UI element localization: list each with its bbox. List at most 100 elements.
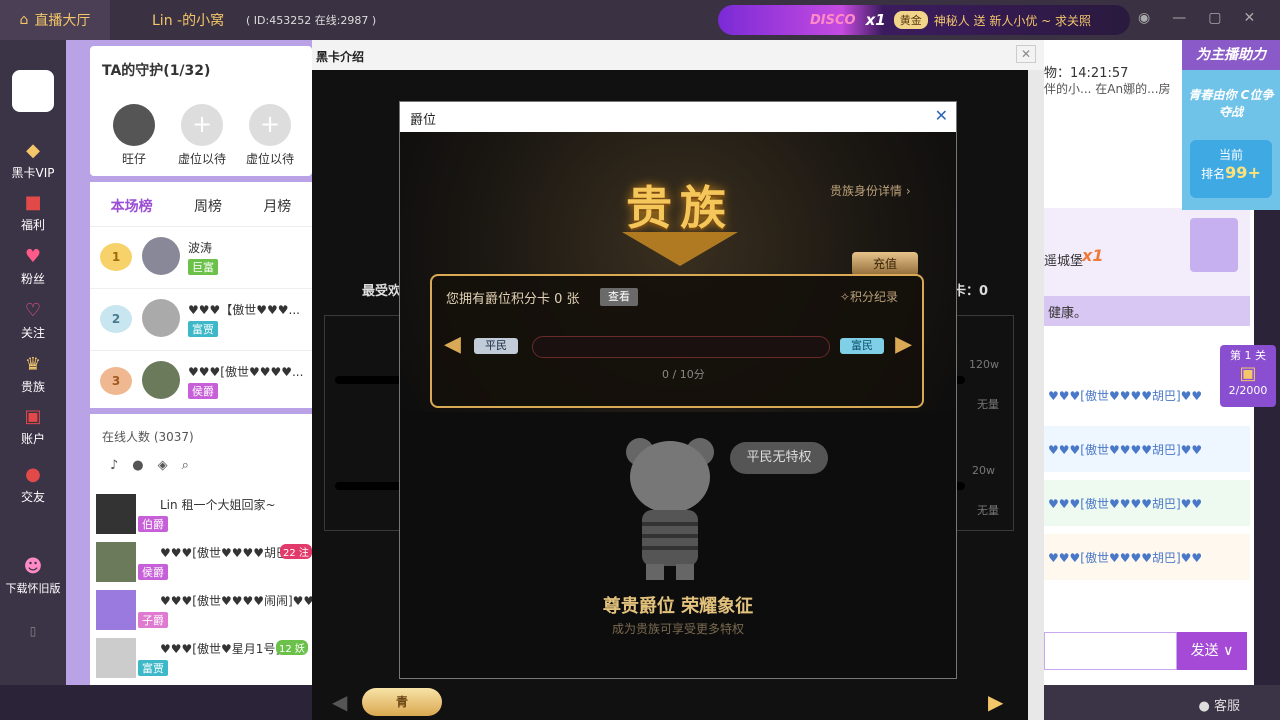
tab-monthly[interactable]: 月榜 — [263, 196, 291, 216]
nav-welfare[interactable]: ■ 福利 — [0, 192, 66, 233]
gift-banner[interactable]: DISCO x1 黄金 神秘人 送 新人小优 ~ 求关照 — [718, 5, 1130, 35]
view-button[interactable]: 查看 — [600, 288, 638, 306]
minimize-icon[interactable]: — — [1172, 10, 1186, 26]
dialog-titlebar: 爵位 ✕ — [400, 102, 956, 132]
guard-slot[interactable]: + 虚位以待 — [240, 104, 300, 167]
diamond-icon: ✧ — [839, 290, 850, 304]
points-record-link[interactable]: ✧积分纪录 — [840, 288, 898, 305]
lobby-button[interactable]: ⌂ 直播大厅 — [0, 0, 110, 40]
chat-row[interactable]: ♥♥♥[傲世♥♥♥♥胡巴]♥♥ — [1044, 426, 1250, 472]
top-bar: ⌂ 直播大厅 Lin -的小窝 ( ID:453252 在线:2987 ) DI… — [0, 0, 1280, 40]
recharge-button[interactable]: 充值 — [852, 252, 918, 276]
record-label: 积分纪录 — [849, 290, 898, 304]
chat-row[interactable]: ♥♥♥[傲世♥♥♥♥胡巴]♥♥ — [1044, 480, 1250, 526]
close-icon[interactable]: ✕ — [1243, 10, 1255, 26]
online-card: 在线人数 (3037) ♪ ● ◈ ⌕ Lin 租一个大姐回家~ 伯爵 ♥♥♥[… — [90, 414, 325, 685]
close-icon[interactable]: ✕ — [935, 106, 948, 125]
online-row[interactable]: ♥♥♥[傲世♥星月1号]... 富贾 12 妖 — [90, 634, 312, 680]
medal-bronze: 3 — [100, 367, 132, 395]
noble-title: 贵族 — [626, 181, 734, 235]
mic-icon[interactable]: ♪ — [110, 458, 118, 473]
scrollbar[interactable] — [1028, 70, 1044, 720]
online-row[interactable]: Lin 租一个大姐回家~ 伯爵 — [90, 490, 312, 536]
guard-name: 虚位以待 — [245, 152, 294, 166]
plus-icon: + — [249, 104, 291, 146]
black-card-titlebar: 黑卡介绍 ✕ — [312, 40, 1044, 70]
rank-row[interactable]: 2 ♥♥♥【傲世♥♥♥... 富贾 — [90, 288, 312, 350]
noble-subtext: 成为贵族可享受更多特权 — [611, 622, 744, 636]
noble-dialog: 爵位 ✕ 贵族 贵族身份详情 › 充值 您拥有爵位积分卡 0 张 查看 ✧积分纪… — [399, 101, 957, 679]
close-icon[interactable]: ✕ — [1016, 45, 1036, 63]
online-row[interactable]: ♥♥♥[傲世♥♥♥♥闹闹]♥♥♥ 子爵 — [90, 586, 325, 632]
chat-input[interactable] — [1044, 632, 1177, 670]
level-label: 第 1 关 — [1230, 349, 1266, 362]
noble-details-link[interactable]: 贵族身份详情 › — [830, 182, 911, 199]
location-icon[interactable]: ◈ — [158, 458, 168, 473]
tier-pill[interactable]: 青 — [362, 688, 442, 716]
promo-subtitle: 青春由你 C位争夺战 — [1188, 88, 1274, 119]
online-row[interactable]: ♥♥♥[傲世♥♥♥♥胡巴]... 侯爵 22 注 — [90, 538, 312, 584]
customer-service-button[interactable]: ● 客服 — [1199, 695, 1241, 714]
guard-name: 旺仔 — [121, 152, 146, 166]
next-rank-badge: 富民 — [840, 338, 884, 354]
level-widget[interactable]: 第 1 关 ▣ 2/2000 — [1220, 345, 1276, 407]
download-classic-button[interactable]: ☻ 下载怀旧版 — [0, 556, 66, 596]
guard-slot[interactable]: + 虚位以待 — [172, 104, 232, 167]
rank-badge: 巨富 — [188, 259, 218, 275]
nav-friends[interactable]: ● 交友 — [0, 464, 66, 505]
avatar — [142, 361, 180, 399]
points-progress: 0 / 10分 — [662, 368, 705, 381]
avatar — [96, 590, 136, 630]
nav-fans[interactable]: ♥ 粉丝 — [0, 246, 66, 287]
no-privilege-bubble: 平民无特权 — [730, 442, 828, 474]
rank-row[interactable]: 3 ♥♥♥[傲世♥♥♥♥... 侯爵 — [90, 350, 312, 412]
left-nav: ◆ 黑卡VIP ■ 福利 ♥ 粉丝 ♡ 关注 ♛ 贵族 ▣ 账户 ● 交友 ☻ 下载怀旧版 ▯ — [0, 40, 66, 685]
rank-row[interactable]: 1 波涛 巨富 — [90, 226, 312, 288]
next-arrow-icon[interactable]: ▶ — [988, 690, 1003, 714]
guard-slot[interactable]: 旺仔 — [104, 104, 164, 167]
bear-illustration — [626, 438, 714, 580]
card-count-label: 卡：0 — [952, 284, 988, 299]
user-icon[interactable]: ● — [132, 458, 143, 473]
online-badge: 侯爵 — [138, 564, 168, 580]
crown-icon: ♛ — [24, 354, 42, 375]
avatar — [142, 299, 180, 337]
unlimited-top: 无量 — [977, 398, 999, 411]
online-badge: 富贾 — [138, 660, 168, 676]
castle-count: x1 — [1082, 246, 1104, 265]
room-info: ( ID:453252 在线:2987 ) — [246, 14, 377, 27]
avatar — [96, 542, 136, 582]
nav-label: 福利 — [20, 218, 45, 232]
tab-weekly[interactable]: 周榜 — [194, 196, 222, 216]
window-controls: ◉ — ▢ ✕ — [1138, 10, 1255, 26]
gold-badge: 黄金 — [893, 11, 928, 29]
user-avatar[interactable] — [12, 70, 54, 112]
plus-icon: + — [181, 104, 223, 146]
nav-account[interactable]: ▣ 账户 — [0, 406, 66, 447]
promo-title: 为主播助力 — [1182, 40, 1280, 70]
mobile-icon[interactable]: ▯ — [0, 624, 66, 638]
prev-arrow-icon[interactable]: ◀ — [332, 690, 347, 714]
headset-icon: ● — [1198, 699, 1210, 714]
nav-follow[interactable]: ♡ 关注 — [0, 300, 66, 341]
promo-rank: 当前 排名99+ — [1190, 140, 1272, 198]
send-button[interactable]: 发送 ∨ — [1177, 632, 1247, 670]
promo-panel[interactable]: 为主播助力 青春由你 C位争夺战 当前 排名99+ — [1182, 40, 1280, 210]
castle-gift-row: 遥城堡 x1 — [1044, 208, 1250, 296]
next-arrow-icon[interactable]: ▶ — [895, 332, 912, 357]
nav-noble[interactable]: ♛ 贵族 — [0, 354, 66, 395]
tab-current[interactable]: 本场榜 — [111, 196, 153, 216]
lobby-label: 直播大厅 — [34, 13, 91, 29]
nav-label: 关注 — [20, 326, 45, 340]
owned-cards-text: 您拥有爵位积分卡 0 张 — [446, 292, 580, 307]
rank-name: ♥♥♥[傲世♥♥♥♥... — [188, 365, 304, 379]
anchor-name[interactable]: Lin -的小窝 — [152, 10, 224, 30]
prev-arrow-icon[interactable]: ◀ — [444, 332, 461, 357]
nav-black-card-vip[interactable]: ◆ 黑卡VIP — [0, 140, 66, 181]
banner-message: 神秘人 送 新人小优 ~ 求关照 — [933, 13, 1092, 28]
maximize-icon[interactable]: ▢ — [1208, 10, 1221, 26]
disco-label: DISCO — [810, 12, 856, 28]
search-icon[interactable]: ⌕ — [182, 458, 189, 473]
eye-icon[interactable]: ◉ — [1138, 10, 1150, 26]
chat-row[interactable]: ♥♥♥[傲世♥♥♥♥胡巴]♥♥ — [1044, 534, 1250, 580]
